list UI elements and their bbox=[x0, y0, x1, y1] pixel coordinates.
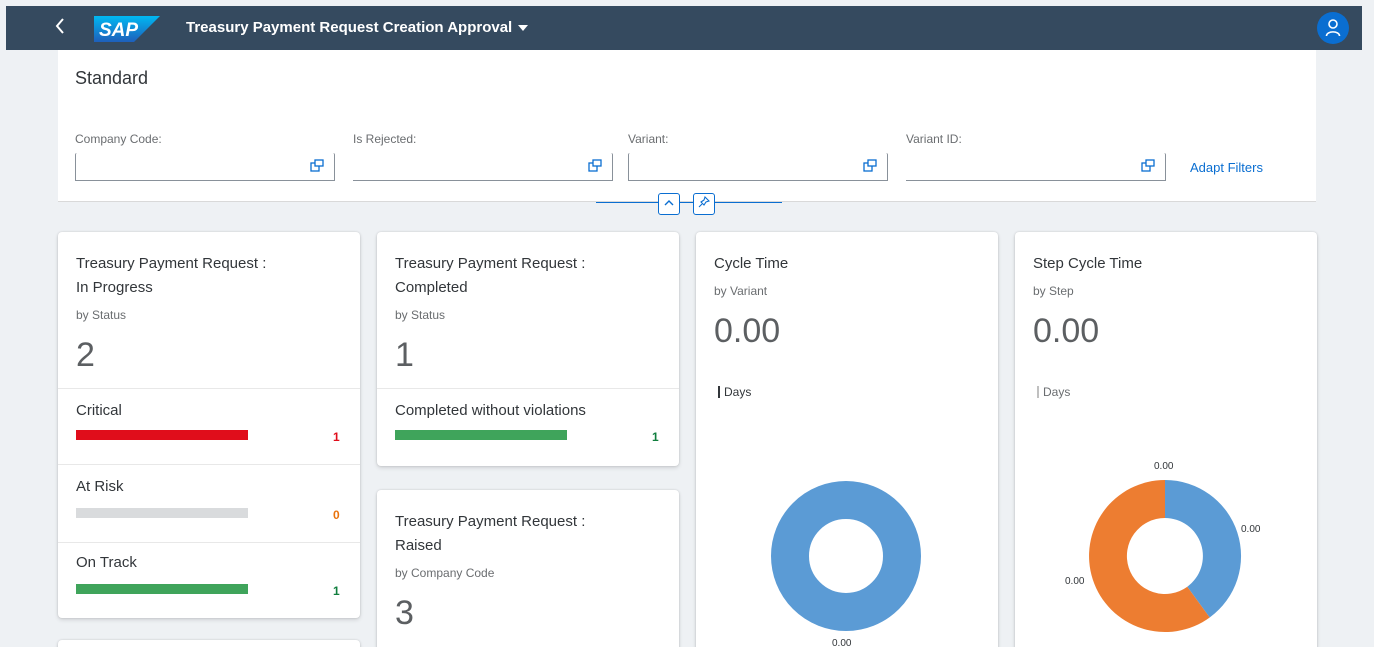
card-completed[interactable]: Treasury Payment Request : Completed by … bbox=[377, 232, 679, 466]
header-divider bbox=[596, 202, 782, 203]
pin-header-button[interactable] bbox=[693, 193, 715, 215]
card-subtitle: by Variant bbox=[714, 284, 768, 298]
donut-label-top: 0.00 bbox=[1154, 461, 1174, 472]
unit-label: Days bbox=[718, 386, 751, 398]
card-step-cycle-time[interactable]: Step Cycle Time by Step 0.00 Days 0.00 0… bbox=[1015, 232, 1317, 647]
bar-value-at-risk: 0 bbox=[333, 508, 340, 522]
card-title-line2: Completed bbox=[395, 279, 468, 296]
caret-down-icon bbox=[518, 25, 529, 32]
sap-logo-text: SAP bbox=[99, 20, 138, 41]
donut-slice[interactable] bbox=[771, 481, 921, 631]
card-title-line2: In Progress bbox=[76, 279, 153, 296]
user-avatar[interactable] bbox=[1317, 12, 1349, 44]
kpi-value: 0.00 bbox=[1033, 312, 1100, 350]
bar-fill-on-track bbox=[76, 584, 248, 594]
divider bbox=[58, 542, 360, 543]
divider bbox=[377, 388, 679, 389]
donut-label: 0.00 bbox=[832, 638, 852, 647]
card-subtitle: by Company Code bbox=[395, 566, 495, 580]
filter-bar: Standard Company Code: Is Rejected: Vari… bbox=[58, 50, 1316, 202]
value-help-icon[interactable] bbox=[1141, 159, 1155, 173]
app-title-menu[interactable]: Treasury Payment Request Creation Approv… bbox=[186, 19, 529, 36]
company-code-input[interactable] bbox=[75, 153, 335, 181]
kpi-value: 2 bbox=[76, 336, 95, 374]
bar-label-at-risk: At Risk bbox=[76, 478, 124, 495]
card-title-line1: Treasury Payment Request : bbox=[395, 513, 586, 530]
bar-label-on-track: On Track bbox=[76, 554, 137, 571]
value-help-icon[interactable] bbox=[310, 159, 324, 173]
bar-value-on-track: 1 bbox=[333, 584, 340, 598]
card-title-line1: Treasury Payment Request : bbox=[395, 255, 586, 272]
chevron-left-icon bbox=[55, 18, 64, 34]
card-title-line2: Raised bbox=[395, 537, 442, 554]
kpi-value: 1 bbox=[395, 336, 414, 374]
variant-id-label: Variant ID: bbox=[906, 132, 962, 146]
variant-selector[interactable]: Standard bbox=[75, 68, 148, 89]
card-title-line1: Treasury Payment Request : bbox=[76, 255, 267, 272]
card-title: Treasury Payment Request : In Progress bbox=[76, 252, 266, 300]
variant-id-input[interactable] bbox=[906, 153, 1166, 181]
divider bbox=[58, 464, 360, 465]
value-help-icon[interactable] bbox=[588, 159, 602, 173]
bar-critical bbox=[76, 430, 248, 440]
card-title: Step Cycle Time bbox=[1033, 255, 1143, 272]
donut-chart bbox=[1089, 479, 1242, 632]
chevron-up-icon bbox=[664, 200, 674, 206]
card-subtitle: by Status bbox=[395, 308, 446, 322]
card-title: Treasury Payment Request : Completed bbox=[395, 252, 585, 300]
card-raised[interactable]: Treasury Payment Request : Raised by Com… bbox=[377, 490, 679, 647]
adapt-filters-link[interactable]: Adapt Filters bbox=[1190, 160, 1263, 175]
donut-label-left: 0.00 bbox=[1065, 576, 1085, 587]
value-help-icon[interactable] bbox=[863, 159, 877, 173]
back-button[interactable] bbox=[54, 16, 66, 42]
donut-chart bbox=[771, 481, 921, 631]
bar-on-track bbox=[76, 584, 248, 594]
bar-completed bbox=[395, 430, 567, 440]
bar-at-risk bbox=[76, 508, 248, 518]
divider bbox=[58, 388, 360, 389]
sap-logo[interactable]: SAP bbox=[94, 16, 160, 42]
variant-input[interactable] bbox=[628, 153, 888, 181]
app-title: Treasury Payment Request Creation Approv… bbox=[186, 19, 513, 36]
bar-fill-critical bbox=[76, 430, 248, 440]
bar-label-completed: Completed without violations bbox=[395, 402, 586, 419]
card-subtitle: by Status bbox=[76, 308, 127, 322]
card-cycle-time[interactable]: Cycle Time by Variant 0.00 Days 0.00 bbox=[696, 232, 998, 647]
bar-value-completed: 1 bbox=[652, 430, 659, 444]
is-rejected-input[interactable] bbox=[353, 153, 613, 181]
card-in-progress[interactable]: Treasury Payment Request : In Progress b… bbox=[58, 232, 360, 618]
collapse-header-button[interactable] bbox=[658, 193, 680, 215]
card-partial[interactable] bbox=[58, 640, 360, 647]
card-title: Cycle Time bbox=[714, 255, 789, 272]
bar-value-critical: 1 bbox=[333, 430, 340, 444]
kpi-value: 0.00 bbox=[714, 312, 781, 350]
company-code-label: Company Code: bbox=[75, 132, 162, 146]
is-rejected-label: Is Rejected: bbox=[353, 132, 417, 146]
card-title: Treasury Payment Request : Raised bbox=[395, 510, 585, 558]
pin-icon bbox=[698, 195, 711, 208]
bar-label-critical: Critical bbox=[76, 402, 122, 419]
bar-fill-completed bbox=[395, 430, 567, 440]
person-icon bbox=[1325, 19, 1341, 37]
variant-label: Variant: bbox=[628, 132, 669, 146]
donut-label-right: 0.00 bbox=[1241, 524, 1261, 535]
shell-bar: SAP Treasury Payment Request Creation Ap… bbox=[6, 6, 1362, 50]
card-subtitle: by Step bbox=[1033, 284, 1074, 298]
unit-label: Days bbox=[1037, 386, 1070, 398]
kpi-value: 3 bbox=[395, 594, 414, 632]
